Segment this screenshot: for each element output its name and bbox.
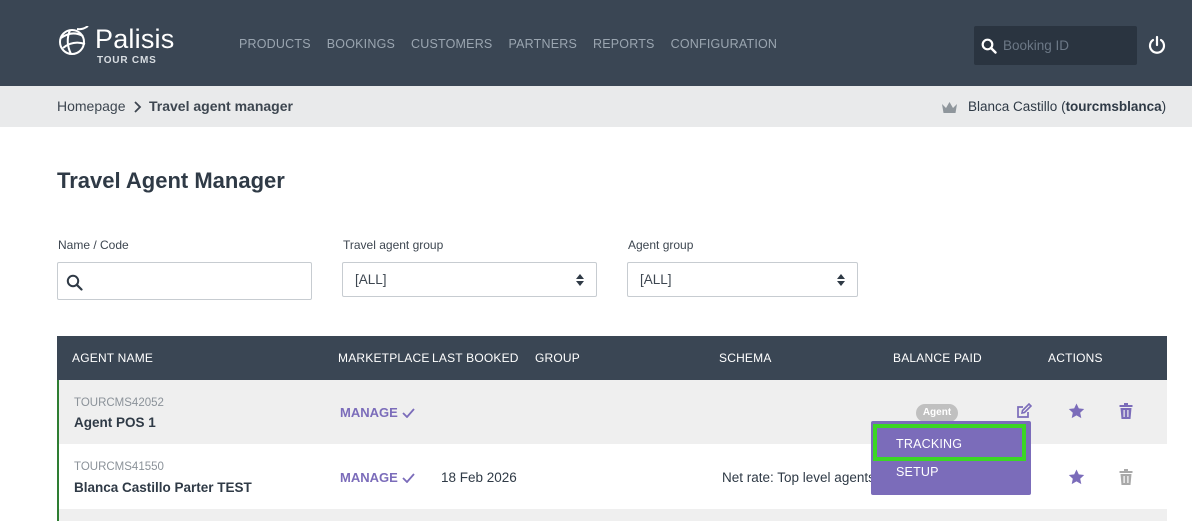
name-code-field (57, 262, 312, 300)
check-icon (402, 407, 415, 418)
travel-agent-group-label: Travel agent group (343, 238, 444, 252)
agent-group-label: Agent group (628, 238, 694, 252)
power-icon[interactable] (1147, 35, 1167, 55)
header-group[interactable]: GROUP (535, 351, 580, 365)
nav-item-partners[interactable]: PARTNERS (508, 37, 577, 51)
nav-item-reports[interactable]: REPORTS (593, 37, 655, 51)
name-code-label: Name / Code (58, 238, 129, 252)
actions-dropdown-menu: TRACKING SETUP (871, 421, 1031, 495)
palisis-logo[interactable]: Palisis TOUR CMS (57, 24, 182, 68)
manage-label: MANAGE (340, 405, 398, 420)
nav-item-products[interactable]: PRODUCTS (239, 37, 311, 51)
chevron-right-icon (134, 101, 142, 113)
select-arrows-icon (837, 274, 845, 286)
page-title: Travel Agent Manager (57, 168, 285, 193)
check-icon (402, 472, 415, 483)
user-close-paren: ) (1161, 99, 1167, 114)
travel-agent-group-value: [ALL] (355, 272, 387, 287)
manage-label: MANAGE (340, 470, 398, 485)
brand-subtitle: TOUR CMS (97, 55, 157, 66)
header-balance-paid[interactable]: BALANCE PAID (893, 351, 982, 365)
select-arrows-icon (576, 274, 584, 286)
nav-item-configuration[interactable]: CONFIGURATION (671, 37, 778, 51)
current-user: Blanca Castillo (tourcmsblanca) (968, 99, 1166, 114)
agent-code: TOURCMS41550 (74, 461, 164, 473)
nav-item-customers[interactable]: CUSTOMERS (411, 37, 492, 51)
top-navigation-bar: Palisis TOUR CMS PRODUCTS BOOKINGS CUSTO… (0, 0, 1192, 86)
header-last-booked[interactable]: LAST BOOKED (432, 351, 519, 365)
table-header: AGENT NAME MARKETPLACE LAST BOOKED GROUP… (57, 336, 1167, 380)
edit-icon[interactable] (1016, 403, 1032, 419)
status-badge: Agent (916, 404, 958, 422)
agent-group-select[interactable]: [ALL] (627, 262, 858, 297)
breadcrumb-current: Travel agent manager (149, 98, 293, 114)
manage-link[interactable]: MANAGE (340, 470, 415, 485)
star-icon[interactable] (1068, 403, 1085, 419)
globe-icon (59, 26, 89, 55)
booking-id-input[interactable] (1003, 34, 1131, 56)
user-name: Blanca Castillo (968, 99, 1058, 114)
last-booked: 18 Feb 2026 (441, 470, 517, 485)
travel-agent-group-select[interactable]: [ALL] (342, 262, 597, 297)
main-nav: PRODUCTS BOOKINGS CUSTOMERS PARTNERS REP… (239, 37, 793, 51)
header-schema[interactable]: SCHEMA (719, 351, 772, 365)
booking-search (974, 26, 1137, 65)
menu-item-tracking[interactable]: TRACKING (896, 437, 962, 451)
schema: Net rate: Top level agents (722, 470, 875, 485)
search-icon (981, 38, 997, 54)
table-row (57, 509, 1167, 521)
menu-item-setup[interactable]: SETUP (896, 465, 939, 479)
agent-group-value: [ALL] (640, 272, 672, 287)
star-icon[interactable] (1068, 469, 1085, 485)
agent-name[interactable]: Agent POS 1 (74, 415, 156, 430)
user-username: tourcmsblanca (1065, 99, 1162, 114)
header-marketplace[interactable]: MARKETPLACE (338, 351, 430, 365)
nav-item-bookings[interactable]: BOOKINGS (327, 37, 395, 51)
name-code-input[interactable] (90, 270, 304, 292)
trash-icon[interactable] (1119, 469, 1133, 485)
agent-code: TOURCMS42052 (74, 397, 164, 409)
header-agent-name[interactable]: AGENT NAME (72, 351, 153, 365)
header-actions: ACTIONS (1048, 351, 1103, 365)
agent-name[interactable]: Blanca Castillo Parter TEST (74, 480, 252, 495)
search-icon (66, 274, 83, 291)
breadcrumb-home[interactable]: Homepage (57, 98, 126, 114)
crown-icon (942, 102, 957, 113)
brand-name: Palisis (95, 24, 175, 54)
breadcrumb: Homepage Travel agent manager Blanca Cas… (0, 86, 1192, 127)
trash-icon[interactable] (1119, 403, 1133, 419)
manage-link[interactable]: MANAGE (340, 405, 415, 420)
